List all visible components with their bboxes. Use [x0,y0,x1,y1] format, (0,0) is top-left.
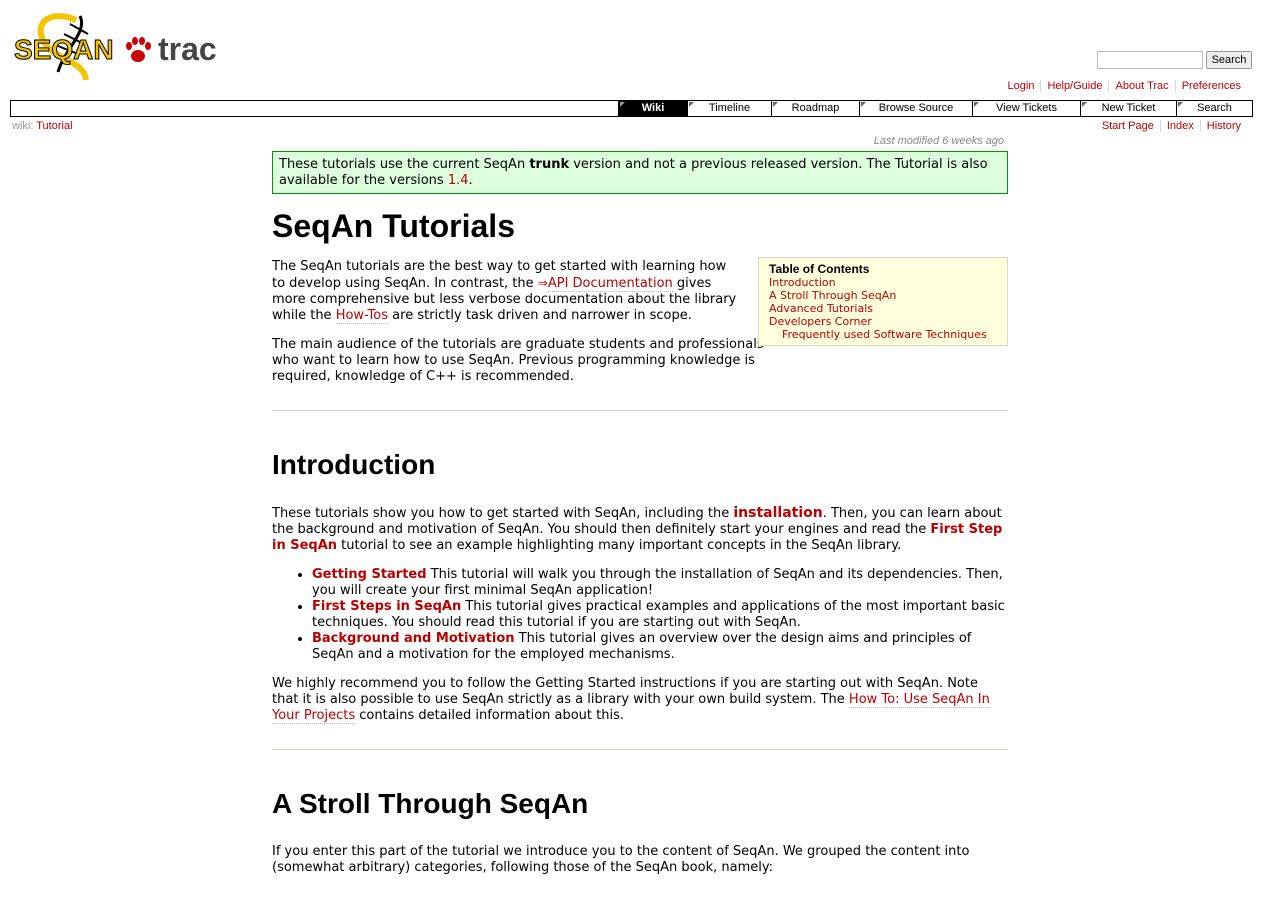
help-guide-link[interactable]: Help/Guide [1047,80,1102,92]
breadcrumb: wiki: Tutorial [12,120,73,132]
stroll-paragraph: If you enter this part of the tutorial w… [272,844,970,875]
notice-text: . [468,173,473,188]
audience-paragraph: The main audience of the tutorials are g… [272,337,764,384]
tab-new-ticket[interactable]: New Ticket [1080,101,1176,116]
getting-started-link[interactable]: Getting Started [312,567,427,582]
howtos-link[interactable]: How-Tos [335,308,389,324]
external-link-icon: ⇒ [537,276,548,290]
tab-timeline[interactable]: Timeline [687,101,771,116]
tab-timeline-label: Timeline [708,102,751,114]
list-item: Getting Started This tutorial will walk … [312,567,1008,599]
heading-introduction: Introduction [272,449,436,480]
page-title: SeqAn Tutorials [272,208,515,244]
list-item: First Steps in SeqAn This tutorial gives… [312,599,1008,631]
intro-paragraph: The SeqAn tutorials are the best way to … [272,259,742,324]
introduction-text: tutorial to see an example highlighting … [337,538,902,553]
logo-seqan-text: SEQAN [14,34,114,65]
section-divider [272,410,1008,411]
seqan-trac-logo[interactable]: SEQAN trac [14,10,226,82]
meta-nav: Login Help/Guide About Trac Preferences [1002,80,1247,92]
tab-corner-icon [1178,102,1183,107]
breadcrumb-prefix: wiki: [12,120,34,132]
version-notice: These tutorials use the current SeqAn tr… [272,151,1008,194]
login-link[interactable]: Login [1008,80,1035,92]
breadcrumb-tutorial-link[interactable]: Tutorial [36,120,72,132]
api-doc-link[interactable]: API Documentation [547,276,673,292]
tab-roadmap-label: Roadmap [791,102,840,114]
notice-text: These tutorials use the current SeqAn [279,157,530,172]
tab-wiki[interactable]: Wiki [618,101,687,116]
tab-corner-icon [773,102,778,107]
tab-search-label: Search [1197,102,1232,114]
tab-corner-icon [974,102,979,107]
toc-item-introduction[interactable]: Introduction [769,276,836,289]
tab-corner-icon [689,102,694,107]
main-nav: Wiki Timeline Roadmap Browse Source View… [10,100,1253,117]
section-divider [272,749,1008,750]
toc-item-developers[interactable]: Developers Corner [769,315,872,328]
search-button[interactable]: Search [1206,51,1252,69]
start-page-link[interactable]: Start Page [1102,120,1154,132]
tab-corner-icon [620,102,625,107]
background-link[interactable]: Background and Motivation [312,631,515,646]
context-nav: Start Page Index History [1096,120,1247,132]
logo-graphic: SEQAN trac [14,13,217,81]
tab-corner-icon [1082,102,1087,107]
last-modified: Last modified 6 weeks ago [873,135,1004,147]
about-trac-link[interactable]: About Trac [1115,80,1168,92]
wiki-content: These tutorials use the current SeqAn tr… [272,151,1008,876]
logo-trac-text: trac [158,31,217,67]
search-input[interactable] [1097,51,1203,69]
installation-link[interactable]: installation [733,505,822,521]
toc-item-stroll[interactable]: A Stroll Through SeqAn [769,289,896,302]
tab-search[interactable]: Search [1176,101,1252,116]
table-of-contents: Table of Contents Introduction A Stroll … [758,257,1008,346]
index-link[interactable]: Index [1167,120,1194,132]
tab-view-tickets-label: View Tickets [996,102,1057,114]
recommend-text: contains detailed information about this… [355,708,625,723]
notice-trunk: trunk [529,157,570,172]
intro-text: are strictly task driven and narrower in… [388,308,692,323]
version-link[interactable]: 1.4 [448,173,469,188]
tab-view-tickets[interactable]: View Tickets [972,101,1080,116]
first-steps-link[interactable]: First Steps in SeqAn [312,599,461,614]
history-link[interactable]: History [1207,120,1241,132]
tab-roadmap[interactable]: Roadmap [771,101,859,116]
paw-icon [126,37,151,62]
tab-wiki-label: Wiki [641,102,665,114]
tab-corner-icon [861,102,866,107]
introduction-paragraph: These tutorials show you how to get star… [272,505,1008,554]
tab-browse-source-label: Browse Source [878,102,954,114]
list-item: Background and Motivation This tutorial … [312,631,1008,663]
toc-subitem-techniques[interactable]: Frequently used Software Techniques [782,328,987,341]
heading-stroll: A Stroll Through SeqAn [272,788,589,819]
preferences-link[interactable]: Preferences [1182,80,1241,92]
introduction-text: These tutorials show you how to get star… [272,506,734,521]
recommend-paragraph: We highly recommend you to follow the Ge… [272,676,1008,724]
tutorial-list: Getting Started This tutorial will walk … [272,567,1008,663]
toc-title: Table of Contents [769,262,870,276]
tab-new-ticket-label: New Ticket [1101,102,1156,114]
toc-item-advanced[interactable]: Advanced Tutorials [769,302,873,315]
tab-browse-source[interactable]: Browse Source [859,101,972,116]
